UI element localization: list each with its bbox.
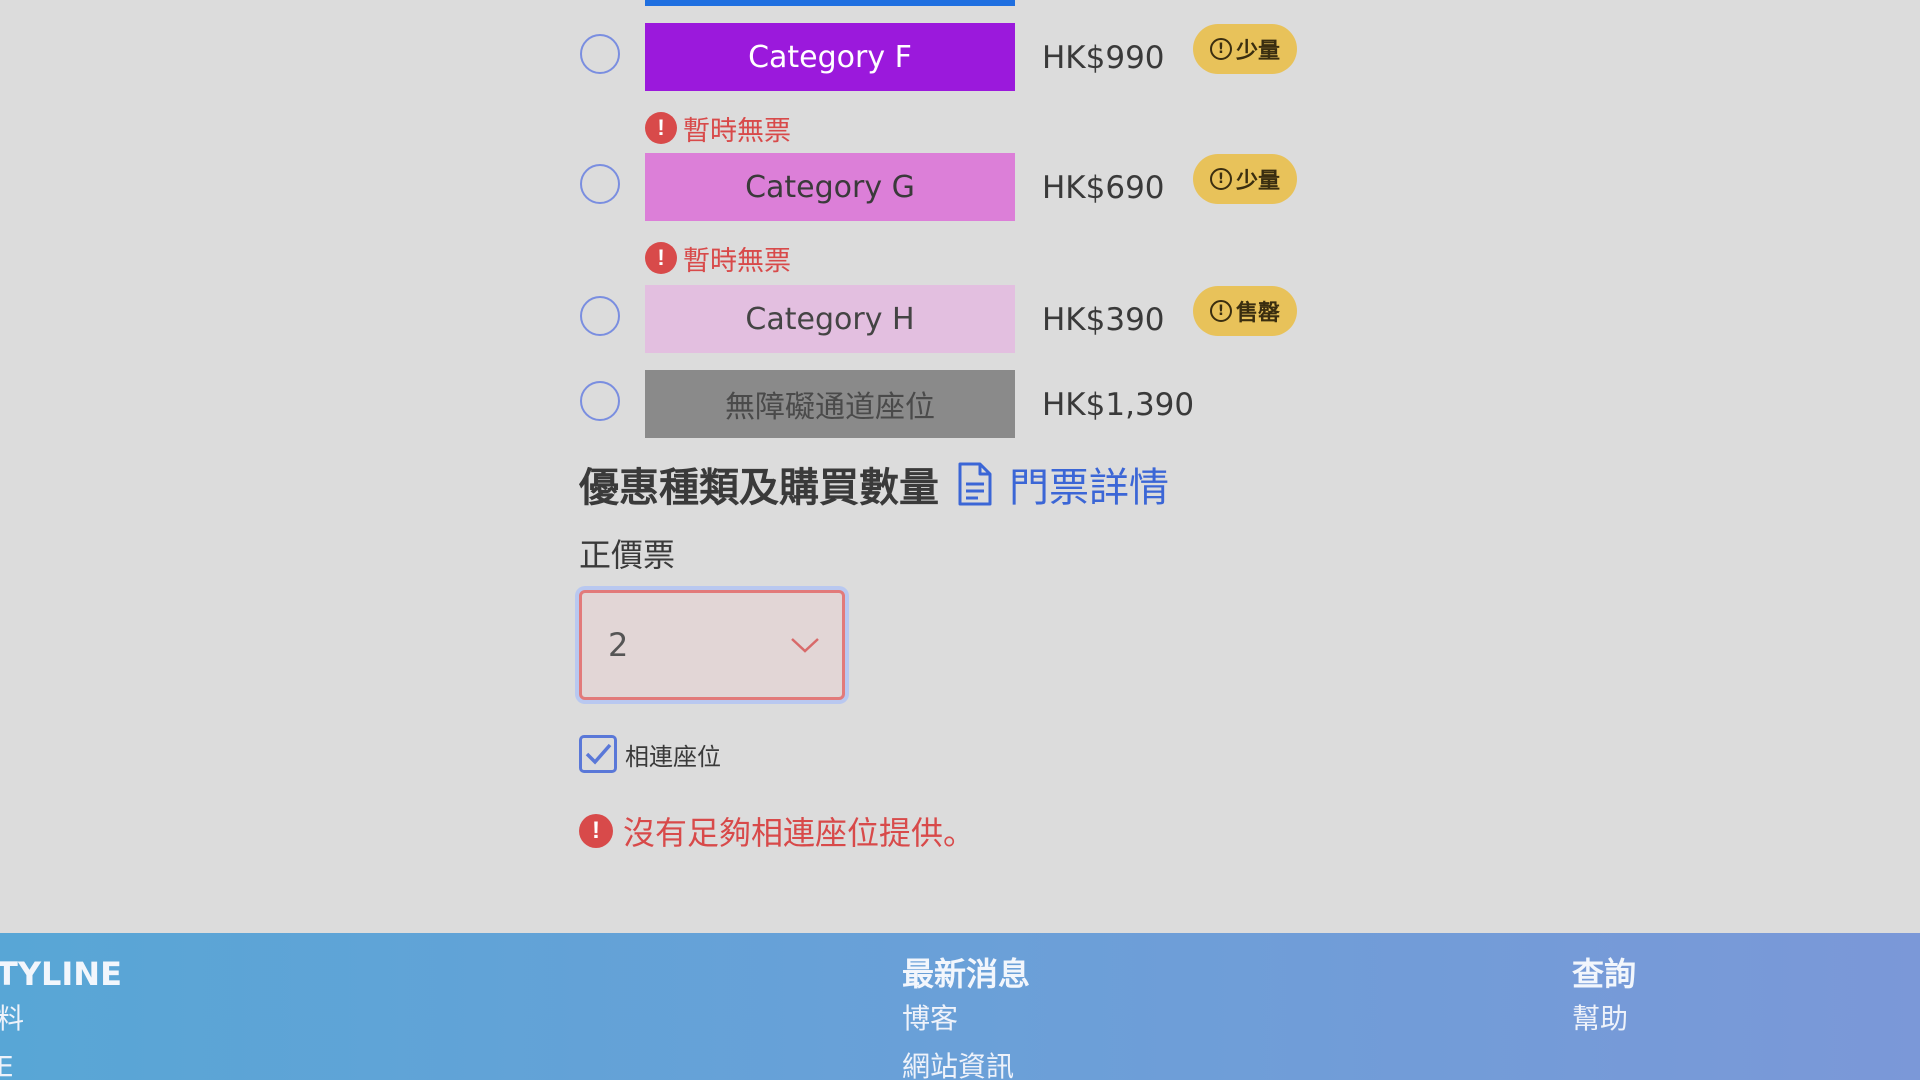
ticket-type-label: 正價票 <box>579 536 676 574</box>
category-h-bar[interactable]: Category H <box>645 285 1015 353</box>
category-f-unavailable: ! 暫時無票 <box>645 108 791 148</box>
footer-column-2: 最新消息 博客 網站資訊 <box>902 953 1030 1080</box>
chevron-down-icon <box>791 638 819 653</box>
alert-icon: ! <box>579 814 613 848</box>
category-g-unavailable-text: 暫時無票 <box>683 245 791 277</box>
ticket-details-link-text: 門票詳情 <box>1009 465 1169 511</box>
radio-category-f[interactable] <box>580 34 620 74</box>
footer-link[interactable]: E <box>0 1043 122 1080</box>
footer-link[interactable]: 網站資訊 <box>902 1043 1030 1080</box>
category-h-price: HK$390 <box>1042 302 1165 338</box>
contiguous-seats-label: 相連座位 <box>625 742 721 771</box>
info-icon: ! <box>1209 300 1232 322</box>
category-g-unavailable: ! 暫時無票 <box>645 238 791 278</box>
category-f-unavailable-text: 暫時無票 <box>683 115 791 147</box>
category-g-label: Category G <box>745 169 915 205</box>
alert-icon: ! <box>645 112 677 144</box>
alert-icon: ! <box>645 242 677 274</box>
footer-link[interactable]: 幫助 <box>1572 995 1636 1043</box>
checkmark-icon <box>585 743 612 765</box>
contiguous-seats-error-text: 沒有足夠相連座位提供。 <box>623 814 976 852</box>
accessible-seating-price: HK$1,390 <box>1042 387 1195 423</box>
accessible-seating-bar[interactable]: 無障礙通道座位 <box>645 370 1015 438</box>
footer-heading-2: 最新消息 <box>902 955 1031 993</box>
category-f-badge-text: 少量 <box>1235 39 1280 64</box>
quantity-select[interactable]: 2 <box>579 590 845 700</box>
category-f-badge: ! 少量 <box>1193 24 1297 74</box>
footer-link[interactable]: 料 <box>0 995 122 1043</box>
section-title: 優惠種類及購買數量 <box>579 465 939 511</box>
contiguous-seats-checkbox[interactable]: 相連座位 <box>579 735 721 773</box>
info-icon: ! <box>1209 168 1232 190</box>
discount-quantity-heading: 優惠種類及購買數量 門票詳情 <box>579 456 1169 512</box>
category-g-badge-text: 少量 <box>1235 169 1280 194</box>
footer: TYLINE 料 E 最新消息 博客 網站資訊 查詢 幫助 <box>0 933 1920 1080</box>
checkbox-box[interactable] <box>579 735 617 773</box>
ticket-details-link[interactable]: 門票詳情 <box>957 455 1169 513</box>
footer-column-3: 查詢 幫助 <box>1572 953 1636 1043</box>
footer-heading-1: TYLINE <box>0 955 122 993</box>
radio-category-h[interactable] <box>580 296 620 336</box>
radio-category-g[interactable] <box>580 164 620 204</box>
document-icon <box>958 462 992 506</box>
category-f-label: Category F <box>748 39 912 75</box>
category-g-price: HK$690 <box>1042 170 1165 206</box>
footer-column-1: TYLINE 料 E <box>0 953 122 1080</box>
radio-accessible-seating[interactable] <box>580 381 620 421</box>
previous-category-bar[interactable] <box>645 0 1015 6</box>
contiguous-seats-error: ! 沒有足夠相連座位提供。 <box>579 808 975 854</box>
category-h-label: Category H <box>745 301 915 337</box>
category-g-badge: ! 少量 <box>1193 154 1297 204</box>
quantity-value: 2 <box>608 626 629 664</box>
category-f-bar[interactable]: Category F <box>645 23 1015 91</box>
category-g-bar[interactable]: Category G <box>645 153 1015 221</box>
category-h-badge: ! 售罄 <box>1193 286 1297 336</box>
footer-link[interactable]: 博客 <box>902 995 1030 1043</box>
category-f-price: HK$990 <box>1042 40 1165 76</box>
category-h-badge-text: 售罄 <box>1235 301 1280 326</box>
footer-heading-3: 查詢 <box>1572 955 1637 993</box>
info-icon: ! <box>1209 38 1232 60</box>
page: Category F HK$990 ! 少量 ! 暫時無票 Category G… <box>0 0 1920 1080</box>
accessible-seating-label: 無障礙通道座位 <box>725 390 935 425</box>
